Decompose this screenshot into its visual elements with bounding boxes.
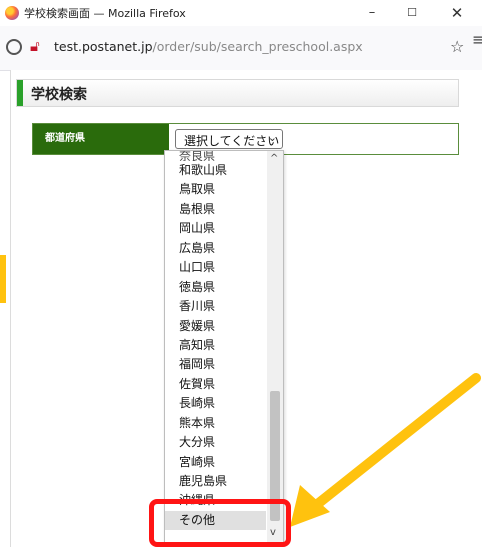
yellow-arrow-shaft [305,373,481,515]
yellow-arrow-head [290,485,330,527]
yellow-arrow-left-edge [0,255,6,303]
annotation-overlay [290,373,481,527]
highlight-box [149,499,291,547]
